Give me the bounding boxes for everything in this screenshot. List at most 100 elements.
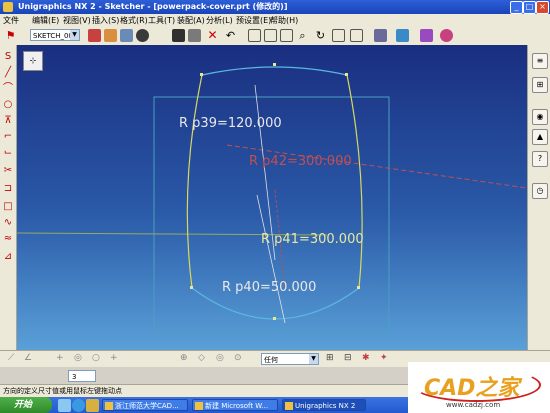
fillet-corner-icon[interactable]: ⌙ bbox=[2, 147, 14, 159]
constraint-midpoint-icon[interactable]: ○ bbox=[92, 353, 105, 366]
sketch-drawing: R p39=120.000 R p42=300.000 R p41=300.00… bbox=[17, 63, 527, 332]
assembly-navigator-icon[interactable]: ≡ bbox=[532, 53, 548, 69]
circle-icon[interactable]: ○ bbox=[2, 99, 14, 111]
dim-mid-radius[interactable]: R p41=300.000 bbox=[261, 232, 364, 247]
constraint-cross-icon[interactable]: + bbox=[110, 353, 123, 366]
menu-tools[interactable]: 工具(T) bbox=[148, 15, 175, 26]
menu-insert[interactable]: 插入(S) bbox=[92, 15, 119, 26]
rotate-icon[interactable]: ↻ bbox=[314, 29, 327, 42]
snap-mid-icon[interactable]: ◎ bbox=[216, 353, 229, 366]
finish-sketch-icon[interactable]: ⚑ bbox=[4, 29, 17, 42]
sketch-icon[interactable] bbox=[88, 29, 101, 42]
history-icon[interactable]: ▲ bbox=[532, 129, 548, 145]
dim-leader-bottom bbox=[256, 194, 286, 324]
start-button[interactable]: 开始 bbox=[0, 397, 52, 413]
save-icon[interactable] bbox=[172, 29, 185, 42]
main-toolbar: ⚑ SKETCH_002 ▼ ✕ ↶ ⌕ ↻ bbox=[0, 27, 550, 46]
print-icon[interactable] bbox=[188, 29, 201, 42]
rectangle-icon[interactable]: □ bbox=[2, 201, 14, 213]
part-navigator-icon[interactable]: ⊞ bbox=[532, 77, 548, 93]
magnify-icon[interactable]: ⌕ bbox=[296, 29, 309, 42]
snap-center-icon[interactable]: ⊙ bbox=[234, 353, 247, 366]
chevron-down-icon: ▼ bbox=[70, 30, 79, 40]
constraint-angle-icon[interactable]: ∠ bbox=[24, 353, 37, 366]
selection-filter-value: 任何 bbox=[264, 356, 278, 364]
display-options-icon[interactable] bbox=[440, 29, 453, 42]
constraint-point-icon[interactable]: + bbox=[56, 353, 69, 366]
view-orientation-icon[interactable] bbox=[374, 29, 387, 42]
web-browser-icon[interactable]: ◉ bbox=[532, 109, 548, 125]
line-icon[interactable]: ╱ bbox=[2, 67, 14, 79]
fillet-icon[interactable]: ⌐ bbox=[2, 131, 14, 143]
delete-icon[interactable]: ✕ bbox=[206, 29, 219, 42]
menu-edit[interactable]: 编辑(E) bbox=[32, 15, 59, 26]
menu-assembly[interactable]: 装配(A) bbox=[177, 15, 205, 26]
zoom-level-value: 3 bbox=[72, 373, 77, 381]
close-button[interactable]: × bbox=[536, 1, 549, 14]
taskbar-item-word[interactable]: 新建 Microsoft W... bbox=[192, 399, 278, 411]
snap-end-icon[interactable]: ◇ bbox=[198, 353, 211, 366]
deselect-icon[interactable]: ✦ bbox=[380, 353, 393, 366]
extend-icon[interactable]: ⊐ bbox=[2, 183, 14, 195]
minimize-button[interactable]: _ bbox=[510, 1, 523, 14]
select-icon[interactable]: ⊞ bbox=[326, 353, 339, 366]
menu-preferences[interactable]: 预设置(E) bbox=[236, 15, 271, 26]
update-model-icon[interactable] bbox=[120, 29, 133, 42]
ie-icon[interactable] bbox=[72, 399, 85, 412]
menu-analysis[interactable]: 分析(L) bbox=[206, 15, 233, 26]
maximize-button[interactable]: □ bbox=[523, 1, 536, 14]
arc-icon[interactable]: ⌒ bbox=[2, 83, 14, 95]
shaded-icon[interactable] bbox=[420, 29, 433, 42]
title-bar: Unigraphics NX 2 - Sketcher - [powerpack… bbox=[0, 0, 550, 14]
zoom-level-dropdown[interactable]: 3 bbox=[68, 370, 96, 382]
menu-file[interactable]: 文件 bbox=[3, 15, 19, 26]
sketch-constraint-icon[interactable]: ⊹ bbox=[23, 51, 43, 71]
studio-spline-icon[interactable]: ≈ bbox=[2, 233, 14, 245]
fit-icon[interactable] bbox=[248, 29, 261, 42]
zoom-icon[interactable] bbox=[264, 29, 277, 42]
taskbar-item-unigraphics[interactable]: Unigraphics NX 2 bbox=[282, 399, 366, 411]
resource-bar: ≡ ⊞ ◉ ▲ ? ◷ bbox=[527, 45, 550, 350]
undo-icon[interactable]: ↶ bbox=[224, 29, 237, 42]
dim-bottom-radius[interactable]: R p40=50.000 bbox=[222, 280, 316, 295]
dim-top-radius[interactable]: R p39=120.000 bbox=[179, 116, 282, 131]
constraint-line-icon[interactable]: ⟋ bbox=[8, 353, 21, 366]
dim-right-radius[interactable]: R p42=300.000 bbox=[249, 154, 352, 169]
pan-icon[interactable] bbox=[332, 29, 345, 42]
quicklaunch-icon[interactable] bbox=[86, 399, 99, 412]
menu-format[interactable]: 格式(R) bbox=[120, 15, 148, 26]
select-all-icon[interactable]: ⊟ bbox=[344, 353, 357, 366]
show-desktop-icon[interactable] bbox=[58, 399, 71, 412]
orient-view-icon[interactable] bbox=[136, 29, 149, 42]
help-icon[interactable]: ? bbox=[532, 151, 548, 167]
quick-trim-icon[interactable]: ⊼ bbox=[2, 115, 14, 127]
right-arc[interactable] bbox=[346, 74, 363, 289]
constraint-circle-icon[interactable]: ◎ bbox=[74, 353, 87, 366]
menu-help[interactable]: 帮助(H) bbox=[270, 15, 298, 26]
selection-box bbox=[153, 96, 390, 332]
app-icon bbox=[3, 2, 13, 12]
profile-icon[interactable]: S bbox=[2, 51, 14, 63]
top-arc[interactable] bbox=[201, 66, 348, 76]
refresh-icon[interactable] bbox=[350, 29, 363, 42]
filter-icon[interactable]: ✱ bbox=[362, 353, 375, 366]
menu-view[interactable]: 视图(V) bbox=[63, 15, 91, 26]
chevron-down-icon: ▼ bbox=[309, 354, 318, 364]
derived-lines-icon[interactable]: ⊿ bbox=[2, 251, 14, 263]
graphics-window[interactable]: R p39=120.000 R p42=300.000 R p41=300.00… bbox=[17, 45, 527, 350]
taskbar-item-browser[interactable]: 浙江师范大学CAD... bbox=[102, 399, 188, 411]
trim-icon[interactable]: ✂ bbox=[2, 165, 14, 177]
menu-bar: 文件 编辑(E) 视图(V) 插入(S) 格式(R) 工具(T) 装配(A) 分… bbox=[0, 14, 550, 28]
render-style-icon[interactable] bbox=[396, 29, 409, 42]
reattach-icon[interactable] bbox=[104, 29, 117, 42]
clock-icon[interactable]: ◷ bbox=[532, 183, 548, 199]
spline-icon[interactable]: ∿ bbox=[2, 217, 14, 229]
sketch-name-dropdown[interactable]: SKETCH_002 ▼ bbox=[30, 29, 80, 41]
snap-point-icon[interactable]: ⊕ bbox=[180, 353, 193, 366]
zoom-in-out-icon[interactable] bbox=[280, 29, 293, 42]
watermark-logo: CAD之家 www.cadzj.com bbox=[408, 362, 550, 413]
nx-icon bbox=[285, 402, 293, 410]
logo-text: CAD之家 bbox=[424, 376, 520, 401]
left-arc[interactable] bbox=[186, 74, 203, 289]
selection-filter-dropdown[interactable]: 任何 ▼ bbox=[261, 353, 319, 365]
